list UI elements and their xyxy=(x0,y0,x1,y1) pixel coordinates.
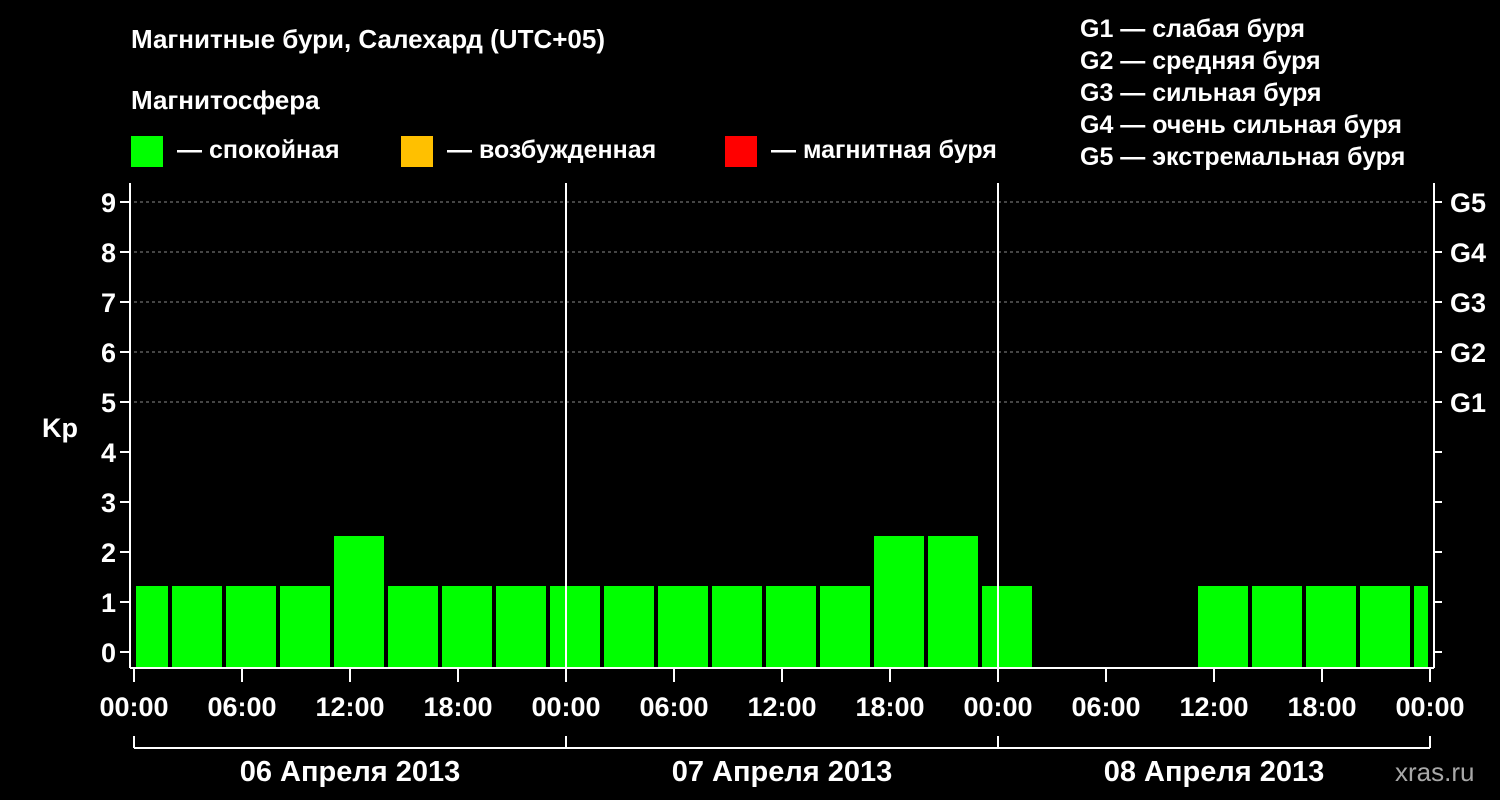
y-tick-label-2: 2 xyxy=(101,538,116,568)
day-label-0: 06 Апреля 2013 xyxy=(240,756,461,788)
day-label-2: 08 Апреля 2013 xyxy=(1104,756,1325,788)
x-tick-label-10: 12:00 xyxy=(1179,692,1248,722)
kp-chart: Магнитные бури, Салехард (UTC+05) Магнит… xyxy=(42,15,1486,788)
bar-13 xyxy=(820,586,870,668)
x-tick-label-3: 18:00 xyxy=(423,692,492,722)
legend-label-storm: — магнитная буря xyxy=(771,136,997,164)
bar-10 xyxy=(658,586,708,668)
y-tick-label-1: 1 xyxy=(101,588,116,618)
bar-14 xyxy=(874,536,924,668)
bar-0 xyxy=(136,586,168,668)
legend-heading: Магнитосфера xyxy=(131,85,320,115)
bars xyxy=(136,536,1428,668)
y-axis-label: Kp xyxy=(42,413,78,443)
bar-3 xyxy=(280,586,330,668)
bar-5 xyxy=(388,586,438,668)
bar-9 xyxy=(604,586,654,668)
chart-title: Магнитные бури, Салехард (UTC+05) xyxy=(131,24,605,54)
g-scale-g5: G5 — экстремальная буря xyxy=(1080,143,1405,171)
g-scale-g1: G1 — слабая буря xyxy=(1080,15,1305,43)
source-label: xras.ru xyxy=(1395,757,1474,787)
x-tick-label-2: 12:00 xyxy=(315,692,384,722)
g-scale-g4: G4 — очень сильная буря xyxy=(1080,111,1402,139)
bar-7 xyxy=(496,586,546,668)
legend-swatch-disturbed xyxy=(401,136,433,167)
axes: 0 1 2 3 4 5 6 7 8 9 G1 G2 G3 G4 G5 00:00 06:00 12:00 18:00… xyxy=(99,183,1486,788)
x-tick-label-6: 12:00 xyxy=(747,692,816,722)
x-tick-label-8: 00:00 xyxy=(963,692,1032,722)
y-tick-label-0: 0 xyxy=(101,638,116,668)
g-scale-g3: G3 — сильная буря xyxy=(1080,79,1322,107)
x-tick-label-9: 06:00 xyxy=(1071,692,1140,722)
g-level-label-G3: G3 xyxy=(1450,288,1486,318)
bar-2 xyxy=(226,586,276,668)
bar-20 xyxy=(1360,586,1410,668)
y-tick-label-9: 9 xyxy=(101,188,116,218)
bar-21 xyxy=(1414,586,1428,668)
bar-17 xyxy=(1198,586,1248,668)
legend-swatch-quiet xyxy=(131,136,163,167)
bar-18 xyxy=(1252,586,1302,668)
y-tick-label-5: 5 xyxy=(101,388,116,418)
g-level-label-G2: G2 xyxy=(1450,338,1486,368)
bar-8 xyxy=(550,586,600,668)
g-scale-g2: G2 — средняя буря xyxy=(1080,47,1321,75)
bar-19 xyxy=(1306,586,1356,668)
bar-1 xyxy=(172,586,222,668)
bar-16 xyxy=(982,586,1032,668)
bar-6 xyxy=(442,586,492,668)
day-label-1: 07 Апреля 2013 xyxy=(672,756,893,788)
gridlines xyxy=(134,201,1430,403)
y-tick-label-6: 6 xyxy=(101,338,116,368)
g-level-label-G4: G4 xyxy=(1450,238,1486,268)
legend-swatch-storm xyxy=(725,136,757,167)
y-tick-label-4: 4 xyxy=(101,438,116,468)
x-tick-label-0: 00:00 xyxy=(99,692,168,722)
g-level-label-G5: G5 xyxy=(1450,188,1486,218)
legend-label-disturbed: — возбужденная xyxy=(447,136,656,164)
x-tick-label-5: 06:00 xyxy=(639,692,708,722)
x-tick-label-12: 00:00 xyxy=(1395,692,1464,722)
x-tick-label-1: 06:00 xyxy=(207,692,276,722)
bar-12 xyxy=(766,586,816,668)
bar-15 xyxy=(928,536,978,668)
y-tick-label-8: 8 xyxy=(101,238,116,268)
legend-label-quiet: — спокойная xyxy=(177,136,340,164)
bar-11 xyxy=(712,586,762,668)
y-tick-label-7: 7 xyxy=(101,288,116,318)
g-level-label-G1: G1 xyxy=(1450,388,1486,418)
bar-4 xyxy=(334,536,384,668)
x-tick-label-11: 18:00 xyxy=(1287,692,1356,722)
y-tick-label-3: 3 xyxy=(101,488,116,518)
x-tick-label-4: 00:00 xyxy=(531,692,600,722)
x-tick-label-7: 18:00 xyxy=(855,692,924,722)
